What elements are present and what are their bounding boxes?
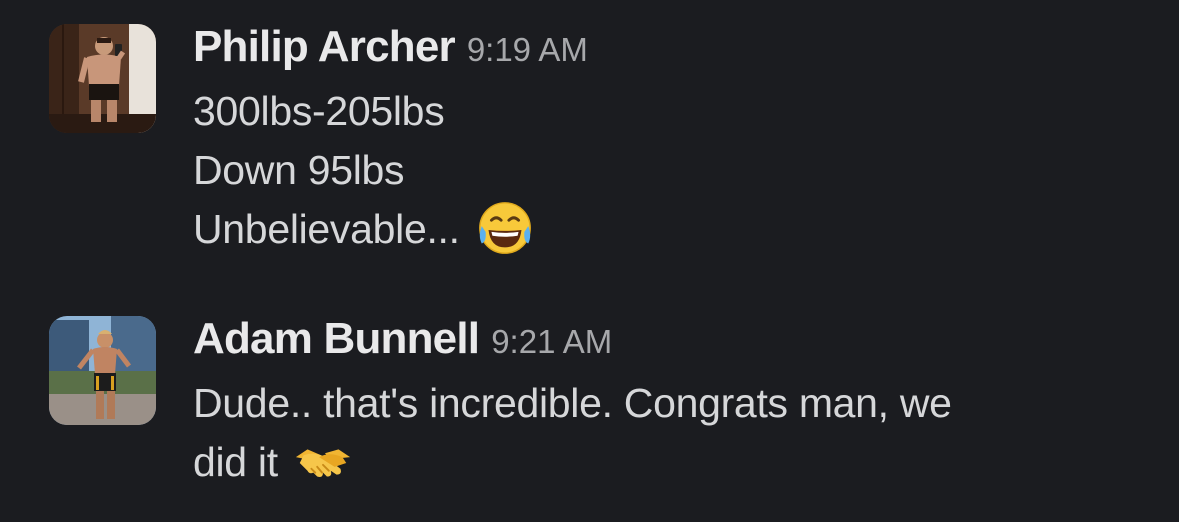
message-content: Philip Archer 9:19 AM 300lbs-205lbs Down… bbox=[193, 22, 1153, 259]
message-text: did it bbox=[193, 439, 278, 485]
handshake-emoji-icon bbox=[292, 430, 354, 492]
user-avatar-philip[interactable] bbox=[49, 24, 156, 133]
message-header: Adam Bunnell 9:21 AM bbox=[193, 314, 1153, 374]
message-timestamp[interactable]: 9:19 AM bbox=[467, 31, 588, 69]
avatar-photo-icon bbox=[49, 316, 156, 425]
message-text-line: Dude.. that's incredible. Congrats man, … bbox=[193, 380, 952, 426]
message-timestamp[interactable]: 9:21 AM bbox=[491, 323, 612, 361]
sender-name[interactable]: Adam Bunnell bbox=[193, 314, 480, 364]
message-text: Unbelievable... bbox=[193, 206, 460, 252]
message-text-line: did it bbox=[193, 433, 1153, 492]
joy-emoji-icon bbox=[474, 197, 536, 259]
message-content: Adam Bunnell 9:21 AM Dude.. that's incre… bbox=[193, 314, 1153, 492]
user-avatar-adam[interactable] bbox=[49, 316, 156, 425]
sender-name[interactable]: Philip Archer bbox=[193, 22, 456, 72]
message-header: Philip Archer 9:19 AM bbox=[193, 22, 1153, 82]
message-feed: Philip Archer 9:19 AM 300lbs-205lbs Down… bbox=[0, 0, 1179, 522]
message-text-line: Down 95lbs bbox=[193, 147, 405, 193]
message-text-line: 300lbs-205lbs bbox=[193, 88, 445, 134]
avatar-photo-icon bbox=[49, 24, 156, 133]
message-text-line: Unbelievable... bbox=[193, 200, 1153, 259]
